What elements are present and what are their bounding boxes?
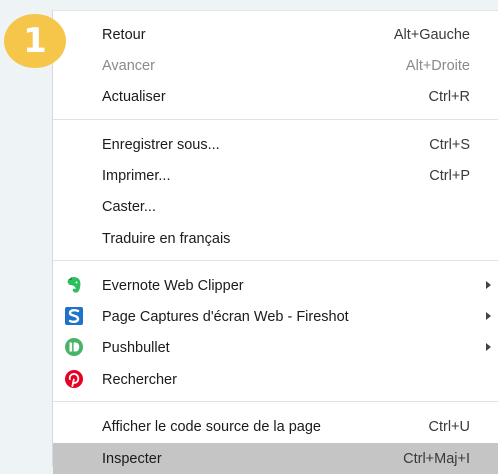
menu-item-inspecter[interactable]: Inspecter Ctrl+Maj+I <box>53 443 498 474</box>
menu-item-label: Traduire en français <box>102 230 231 247</box>
menu-item-label: Retour <box>102 26 146 43</box>
submenu-arrow-icon <box>486 312 491 320</box>
menu-item-label: Actualiser <box>102 88 166 105</box>
menu-item-rechercher[interactable]: Rechercher <box>53 364 498 395</box>
menu-item-label: Caster... <box>102 198 156 215</box>
menu-item-label: Pushbullet <box>102 339 170 356</box>
evernote-icon <box>64 275 84 295</box>
menu-item-pushbullet[interactable]: Pushbullet <box>53 332 498 363</box>
menu-separator <box>53 119 498 120</box>
menu-item-shortcut: Alt+Gauche <box>393 26 470 43</box>
menu-item-label: Inspecter <box>102 450 162 467</box>
menu-separator <box>53 260 498 261</box>
context-menu: Retour Alt+Gauche Avancer Alt+Droite Act… <box>52 10 498 474</box>
menu-item-label: Enregistrer sous... <box>102 136 220 153</box>
menu-separator <box>53 401 498 402</box>
menu-item-retour[interactable]: Retour Alt+Gauche <box>53 19 498 50</box>
menu-item-enregistrer-sous[interactable]: Enregistrer sous... Ctrl+S <box>53 129 498 160</box>
menu-item-label: Afficher le code source de la page <box>102 418 321 435</box>
menu-item-traduire[interactable]: Traduire en français <box>53 223 498 254</box>
menu-item-caster[interactable]: Caster... <box>53 191 498 222</box>
fireshot-icon <box>64 306 84 326</box>
menu-item-label: Page Captures d'écran Web - Fireshot <box>102 308 349 325</box>
menu-item-shortcut: Alt+Droite <box>405 57 470 74</box>
menu-item-view-source[interactable]: Afficher le code source de la page Ctrl+… <box>53 411 498 442</box>
submenu-arrow-icon <box>486 343 491 351</box>
menu-item-label: Rechercher <box>102 371 177 388</box>
menu-item-fireshot[interactable]: Page Captures d'écran Web - Fireshot <box>53 301 498 332</box>
menu-item-imprimer[interactable]: Imprimer... Ctrl+P <box>53 160 498 191</box>
menu-item-evernote[interactable]: Evernote Web Clipper <box>53 270 498 301</box>
menu-item-shortcut: Ctrl+P <box>429 167 470 184</box>
menu-item-label: Imprimer... <box>102 167 171 184</box>
menu-item-label: Avancer <box>102 57 155 74</box>
pushbullet-icon <box>64 337 84 357</box>
menu-item-shortcut: Ctrl+U <box>428 418 471 435</box>
menu-item-actualiser[interactable]: Actualiser Ctrl+R <box>53 81 498 112</box>
submenu-arrow-icon <box>486 281 491 289</box>
menu-item-avancer: Avancer Alt+Droite <box>53 50 498 81</box>
pinterest-icon <box>64 369 84 389</box>
menu-item-shortcut: Ctrl+S <box>429 136 470 153</box>
menu-item-shortcut: Ctrl+Maj+I <box>403 450 470 467</box>
step-number-badge: 1 <box>4 14 66 68</box>
menu-item-label: Evernote Web Clipper <box>102 277 244 294</box>
menu-item-shortcut: Ctrl+R <box>428 88 471 105</box>
